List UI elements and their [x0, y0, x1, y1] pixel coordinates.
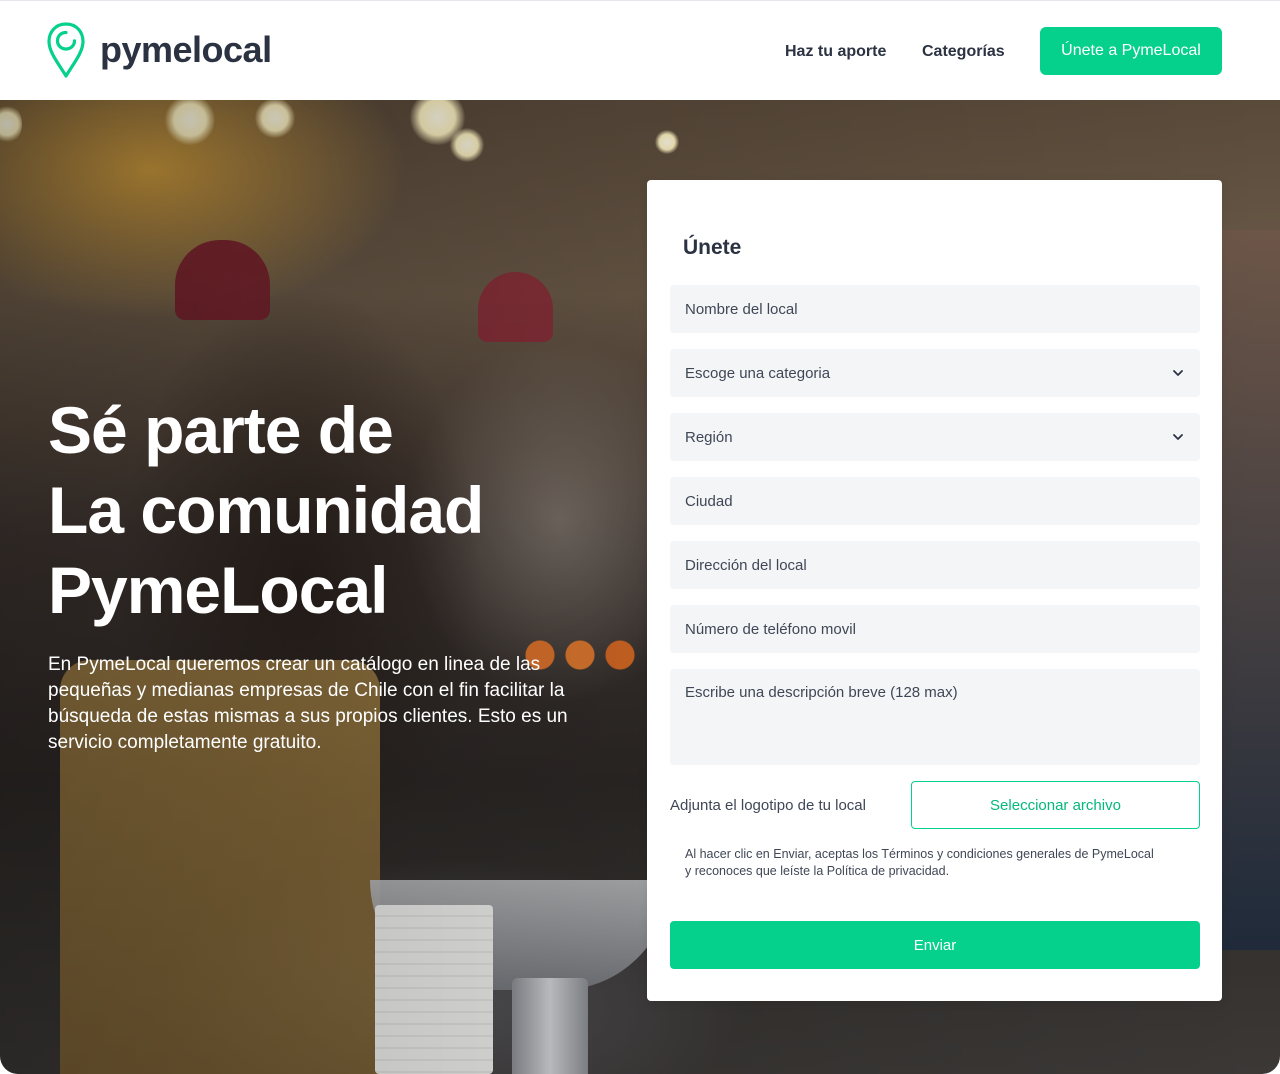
hero-title-line: La comunidad	[48, 473, 484, 547]
region-select-value: Región	[685, 428, 733, 446]
categoria-select[interactable]: Escoge una categoria	[670, 349, 1200, 397]
join-cta-button[interactable]: Únete a PymeLocal	[1040, 27, 1222, 75]
location-pin-logo-icon	[47, 22, 85, 78]
direccion-input[interactable]	[670, 541, 1200, 589]
brand-logo[interactable]: pymelocal	[46, 21, 272, 79]
page: pymelocal Haz tu aporte Categorías Únete…	[0, 0, 1280, 1074]
brand-name: pymelocal	[100, 29, 272, 70]
terms-line: y reconoces que leíste la Política de pr…	[685, 864, 950, 878]
chevron-down-icon	[1173, 370, 1183, 376]
select-file-button[interactable]: Seleccionar archivo	[911, 781, 1200, 829]
hero-title: Sé parte de La comunidad PymeLocal	[48, 390, 608, 630]
categoria-select-value: Escoge una categoria	[685, 364, 831, 382]
nav-haz-tu-aporte[interactable]: Haz tu aporte	[785, 43, 886, 61]
region-select[interactable]: Región	[670, 413, 1200, 461]
site-header: pymelocal Haz tu aporte Categorías Únete…	[0, 0, 1280, 100]
hero-title-line: PymeLocal	[48, 553, 389, 627]
form-title: Únete	[683, 236, 742, 259]
hero-description: En PymeLocal queremos crear un catálogo …	[48, 654, 568, 753]
nombre-del-local-input[interactable]	[670, 285, 1200, 333]
terms-line: Al hacer clic en Enviar, aceptas los Tér…	[685, 847, 1154, 861]
submit-button[interactable]: Enviar	[670, 921, 1200, 969]
ciudad-input[interactable]	[670, 477, 1200, 525]
nav-categorias[interactable]: Categorías	[922, 43, 1005, 61]
logo-upload-label: Adjunta el logotipo de tu local	[670, 797, 866, 814]
descripcion-textarea[interactable]	[670, 669, 1200, 765]
telefono-input[interactable]	[670, 605, 1200, 653]
hero-title-line: Sé parte de	[48, 393, 394, 467]
chevron-down-icon	[1173, 434, 1183, 440]
join-form-card: Únete Escoge una categoria Región Adjunt…	[647, 180, 1222, 1001]
terms-notice: Al hacer clic en Enviar, aceptas los Tér…	[685, 846, 1195, 880]
